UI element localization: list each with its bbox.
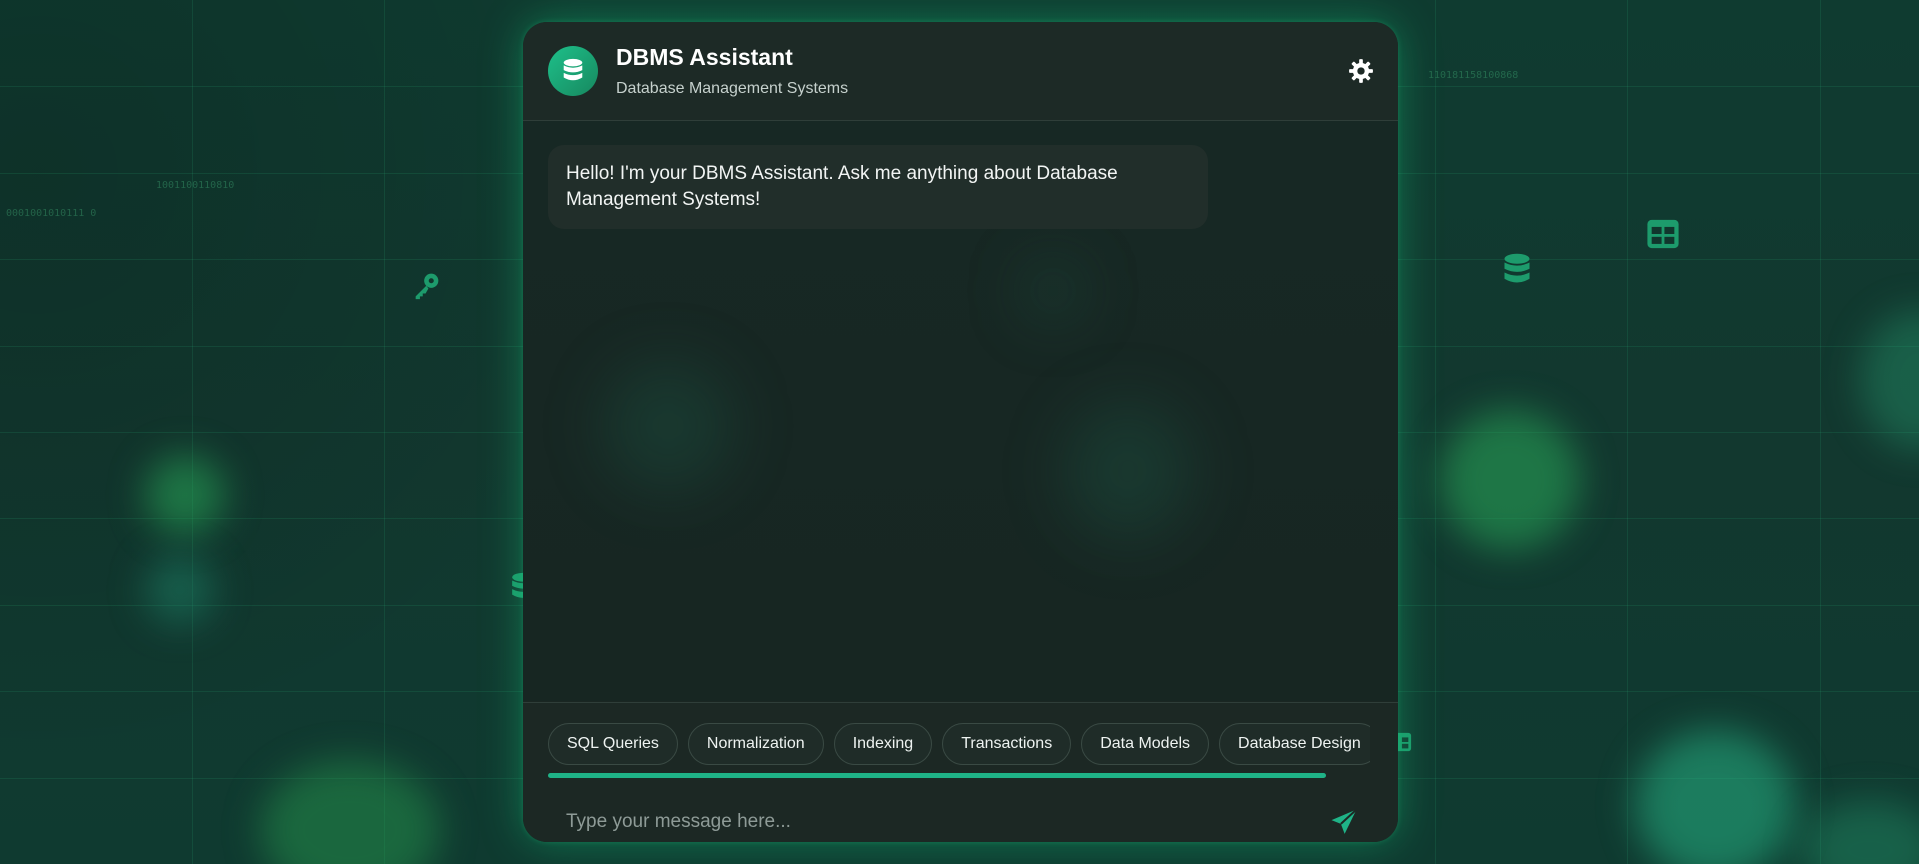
topic-chip-transactions[interactable]: Transactions [942, 723, 1072, 765]
binary-text: 1001100110810 [156, 180, 235, 191]
topic-chips: SQL Queries Normalization Indexing Transact… [548, 723, 1370, 767]
topic-chip-indexing[interactable]: Indexing [833, 723, 933, 765]
topics-scrollbar[interactable] [548, 773, 1326, 778]
glow-orb [1063, 401, 1193, 541]
app-subtitle: Database Management Systems [616, 80, 849, 97]
chat-header: DBMS Assistant Database Management Syste… [523, 22, 1398, 121]
message-input-wrapper [548, 795, 1373, 842]
glow-orb [1023, 261, 1083, 321]
message-list[interactable]: Hello! I'm your DBMS Assistant. Ask me a… [523, 121, 1398, 701]
database-icon [563, 58, 583, 81]
binary-text: 110181158100868 [1428, 70, 1519, 81]
topic-chip-database-design[interactable]: Database Design [1219, 723, 1370, 765]
topic-chip-normalization[interactable]: Normalization [687, 723, 824, 765]
assistant-message: Hello! I'm your DBMS Assistant. Ask me a… [548, 145, 1208, 229]
glow-orb [1800, 800, 1919, 864]
glow-orb [260, 760, 440, 864]
send-icon[interactable] [1329, 807, 1359, 837]
glow-orb [1635, 730, 1795, 864]
table-icon [1647, 219, 1679, 249]
glow-orb [145, 455, 225, 535]
message-input[interactable] [548, 795, 1373, 842]
chat-panel: DBMS Assistant Database Management Syste… [523, 22, 1398, 842]
app-title: DBMS Assistant [616, 44, 793, 70]
key-icon [415, 273, 439, 300]
glow-orb [603, 361, 733, 491]
gear-icon[interactable] [1348, 58, 1374, 84]
glow-orb [145, 555, 215, 625]
topic-chip-sql-queries[interactable]: SQL Queries [548, 723, 678, 765]
app-logo [548, 46, 598, 96]
binary-text: 0001001010111 0 [6, 208, 97, 219]
glow-orb [1860, 310, 1919, 450]
glow-orb [1440, 410, 1580, 550]
database-icon [1504, 253, 1530, 283]
composer-area: SQL Queries Normalization Indexing Transact… [523, 702, 1398, 842]
topic-chip-data-models[interactable]: Data Models [1081, 723, 1210, 765]
